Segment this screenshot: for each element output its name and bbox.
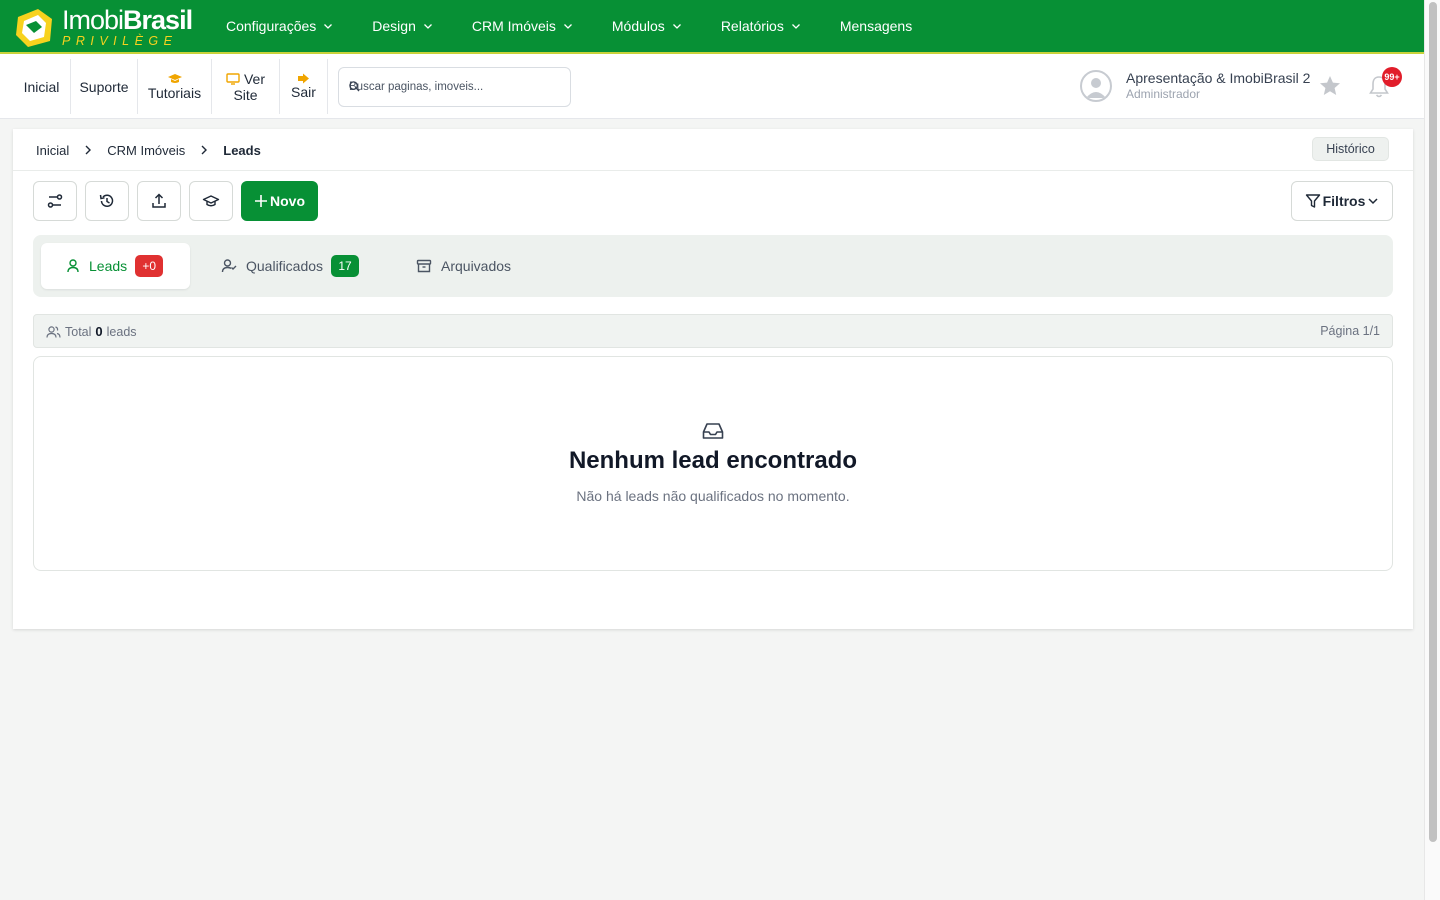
search-input[interactable] — [349, 81, 549, 93]
tab-label: Leads — [89, 258, 128, 274]
filters-button[interactable]: Filtros — [1291, 181, 1393, 221]
nav-label: Configurações — [226, 18, 317, 34]
quick-ver-site[interactable]: Ver Site — [212, 59, 280, 114]
chevron-down-icon — [672, 24, 681, 29]
upload-icon — [152, 193, 166, 208]
tutorial-button[interactable] — [189, 181, 233, 221]
nav-label: CRM Imóveis — [471, 18, 556, 34]
chevron-down-icon — [791, 24, 800, 29]
history-icon-button[interactable] — [85, 181, 129, 221]
quick-label: Inicial — [23, 78, 60, 95]
sliders-icon — [47, 194, 63, 208]
avatar — [1080, 70, 1112, 102]
summary-label: leads — [106, 324, 137, 339]
graduation-cap-icon — [202, 195, 220, 207]
lead-tabs: Leads +0 Qualificados 17 Arquivados — [33, 235, 1393, 297]
star-icon[interactable] — [1318, 74, 1342, 98]
scrollbar-thumb[interactable] — [1429, 2, 1437, 842]
graduation-cap-icon — [167, 73, 182, 83]
quick-label: Tutoriais — [147, 84, 202, 101]
summary-count: 0 — [95, 324, 103, 339]
quick-label: Sair — [291, 84, 316, 100]
button-label: Novo — [270, 193, 305, 209]
logo-mark-icon — [12, 5, 56, 49]
users-icon — [46, 325, 61, 338]
quick-suporte[interactable]: Suporte — [71, 59, 138, 114]
history-icon — [99, 194, 114, 207]
quick-sair[interactable]: Sair — [280, 59, 328, 114]
main-nav: Configurações Design CRM Imóveis Módulos… — [226, 0, 951, 52]
empty-state-message: Não há leads não qualificados no momento… — [576, 488, 850, 504]
chevron-down-icon — [324, 24, 333, 29]
top-navbar: ImobiBrasil PRIVILÈGE Configurações Desi… — [0, 0, 1424, 54]
summary-label: Total — [65, 324, 92, 339]
breadcrumb-item[interactable]: Inicial — [36, 143, 69, 158]
nav-mensagens[interactable]: Mensagens — [840, 18, 912, 34]
breadcrumb-current: Leads — [223, 142, 261, 158]
user-role: Administrador — [1126, 87, 1201, 101]
nav-label: Design — [372, 18, 416, 34]
filter-icon — [1305, 194, 1320, 208]
results-summary: Total 0 leads Página 1/1 — [33, 314, 1393, 348]
chevron-right-icon — [85, 145, 92, 155]
monitor-icon — [226, 72, 240, 85]
nav-label: Mensagens — [839, 18, 913, 34]
tab-label: Arquivados — [441, 258, 512, 274]
nav-crm-imoveis[interactable]: CRM Imóveis — [472, 18, 573, 34]
tab-qualificados[interactable]: Qualificados 17 — [221, 243, 360, 289]
logo-wordmark: ImobiBrasil — [62, 4, 193, 35]
tab-count-badge: +0 — [135, 255, 164, 277]
leads-panel: Inicial CRM Imóveis Leads Histórico Novo… — [13, 129, 1413, 629]
plus-icon — [255, 195, 267, 207]
quick-label: Site — [233, 86, 258, 103]
user-menu[interactable]: Apresentação & ImobiBrasil 2 Administrad… — [1080, 70, 1310, 102]
chevron-down-icon — [563, 24, 572, 29]
chevron-right-icon — [201, 145, 208, 155]
divider — [13, 170, 1413, 171]
search-box[interactable] — [338, 67, 571, 107]
nav-label: Relatórios — [720, 18, 784, 34]
nav-relatorios[interactable]: Relatórios — [721, 18, 801, 34]
archive-icon — [416, 259, 432, 273]
user-icon — [67, 259, 79, 273]
button-label: Filtros — [1322, 193, 1366, 209]
user-check-icon — [221, 259, 237, 273]
tab-arquivados[interactable]: Arquivados — [416, 243, 511, 289]
settings-button[interactable] — [33, 181, 77, 221]
quick-label: Suporte — [79, 78, 129, 95]
user-avatar-icon — [1086, 78, 1106, 98]
quick-inicial[interactable]: Inicial — [13, 59, 71, 114]
user-name: Apresentação & ImobiBrasil 2 — [1126, 70, 1311, 86]
inbox-icon — [702, 423, 724, 439]
breadcrumb-item[interactable]: CRM Imóveis — [107, 143, 185, 158]
chevron-down-icon — [423, 24, 432, 29]
search-icon — [349, 81, 360, 92]
nav-configuracoes[interactable]: Configurações — [226, 18, 333, 34]
breadcrumb: Inicial CRM Imóveis Leads — [36, 141, 261, 159]
brand-logo[interactable]: ImobiBrasil PRIVILÈGE — [12, 4, 193, 50]
empty-state-title: Nenhum lead encontrado — [568, 447, 858, 474]
sign-out-icon — [298, 73, 309, 84]
notification-badge: 99+ — [1382, 67, 1402, 87]
export-button[interactable] — [137, 181, 181, 221]
quick-toolbar: Inicial Suporte Tutoriais Ver Site Sair … — [0, 54, 1424, 119]
tab-count-badge: 17 — [331, 255, 360, 277]
quick-tutoriais[interactable]: Tutoriais — [138, 59, 212, 114]
chevron-down-icon — [1368, 198, 1378, 205]
page-scrollbar[interactable] — [1424, 0, 1440, 900]
tab-label: Qualificados — [246, 258, 324, 274]
history-button[interactable]: Histórico — [1312, 137, 1389, 161]
nav-design[interactable]: Design — [372, 18, 433, 34]
quick-label: Ver — [243, 70, 265, 87]
nav-modulos[interactable]: Módulos — [612, 18, 682, 34]
logo-tagline: PRIVILÈGE — [62, 33, 178, 48]
empty-state: Nenhum lead encontrado Não há leads não … — [33, 356, 1393, 571]
nav-label: Módulos — [611, 18, 665, 34]
tab-leads[interactable]: Leads +0 — [41, 243, 190, 289]
page-indicator: Página 1/1 — [1320, 324, 1380, 338]
new-lead-button[interactable]: Novo — [241, 181, 318, 221]
